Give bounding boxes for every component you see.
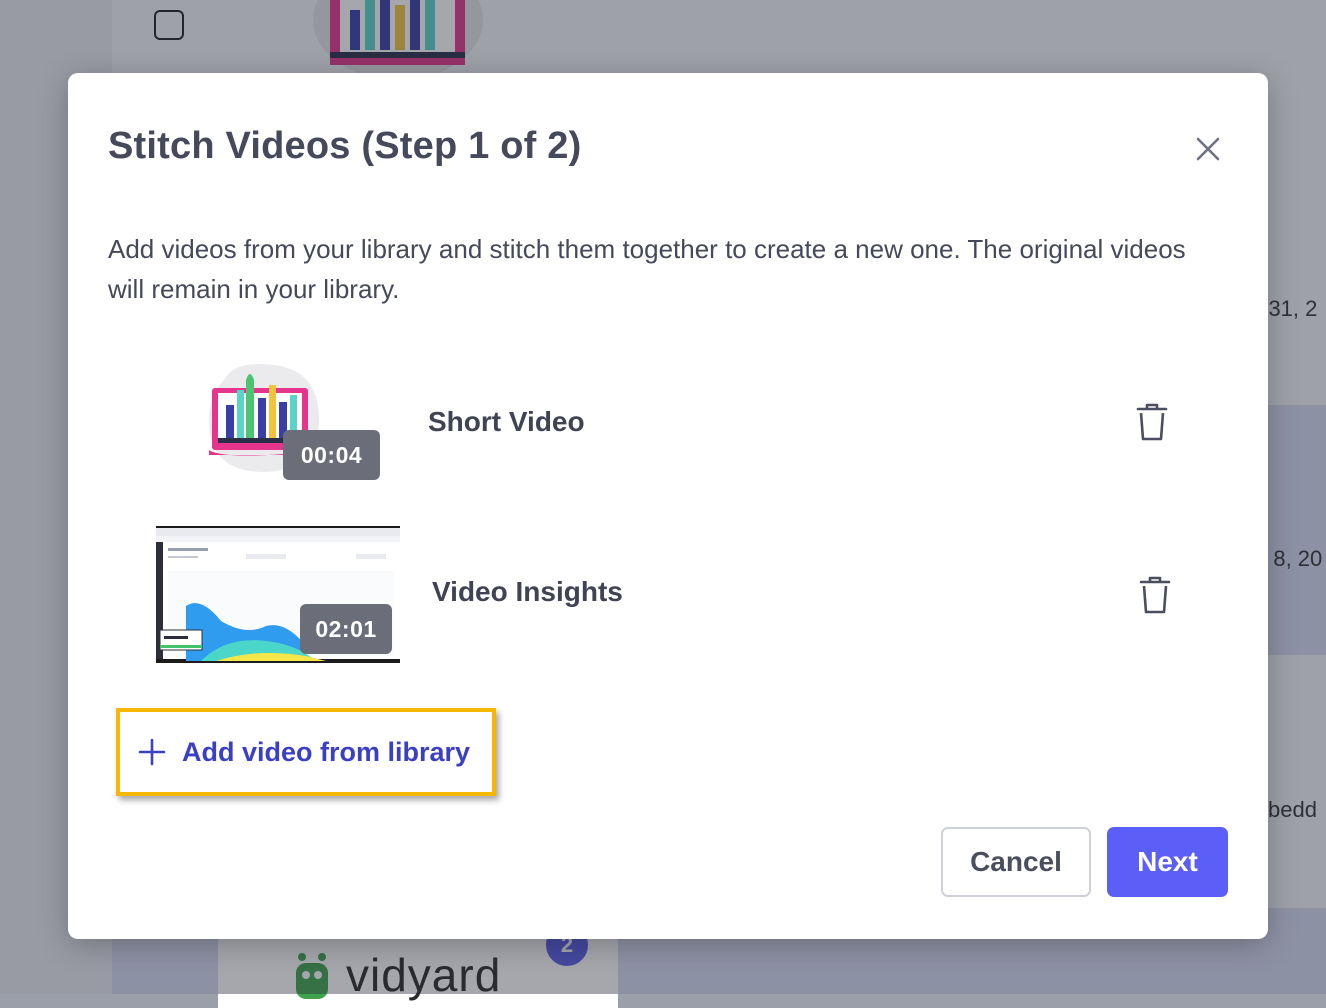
plus-icon [138,738,166,766]
trash-icon [1139,576,1171,614]
video-list-item: 00:04 Short Video [68,358,1268,508]
add-video-label: Add video from library [182,736,471,767]
video-list-item: 02:01 Video Insights [68,525,1268,675]
video-duration-badge: 02:01 [300,604,392,654]
delete-video-button[interactable] [1138,575,1172,615]
modal-title: Stitch Videos (Step 1 of 2) [108,125,582,167]
video-title: Video Insights [432,576,623,607]
video-title: Short Video [428,406,585,437]
stitch-videos-modal: Stitch Videos (Step 1 of 2) Add videos f… [68,73,1268,939]
delete-video-button[interactable] [1135,402,1169,442]
trash-icon [1136,403,1168,441]
video-duration-badge: 00:04 [283,430,380,480]
close-button[interactable] [1194,135,1222,163]
modal-description: Add videos from your library and stitch … [108,234,1186,304]
cancel-button[interactable]: Cancel [941,827,1091,897]
next-button[interactable]: Next [1107,827,1228,897]
add-video-from-library-button[interactable]: Add video from library [116,708,496,796]
close-icon [1196,137,1220,161]
